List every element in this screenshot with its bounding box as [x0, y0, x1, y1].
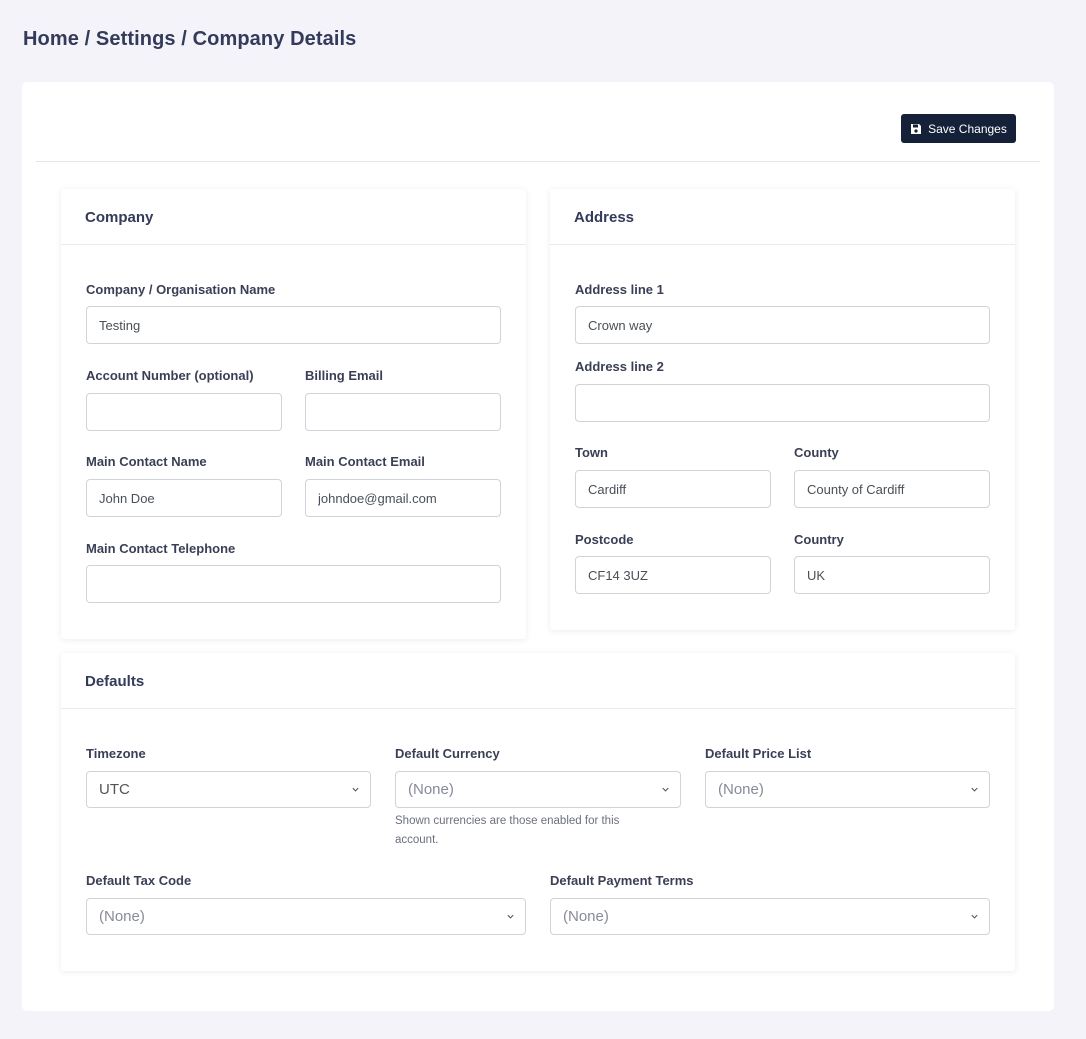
account-number-label: Account Number (optional) — [86, 368, 254, 383]
country-input[interactable] — [794, 556, 990, 594]
default-price-list-select[interactable]: (None) — [705, 771, 990, 808]
address-line1-input[interactable] — [575, 306, 990, 344]
default-price-list-value: (None) — [718, 781, 764, 798]
postcode-input[interactable] — [575, 556, 771, 594]
default-tax-code-select[interactable]: (None) — [86, 898, 526, 935]
default-payment-terms-label: Default Payment Terms — [550, 873, 694, 888]
town-input[interactable] — [575, 470, 771, 508]
default-currency-select[interactable]: (None) — [395, 771, 681, 808]
company-name-label: Company / Organisation Name — [86, 282, 276, 297]
default-currency-label: Default Currency — [395, 746, 500, 761]
default-payment-terms-value: (None) — [563, 908, 609, 925]
chevron-down-icon — [662, 787, 669, 792]
timezone-label: Timezone — [86, 746, 146, 761]
defaults-panel-title: Defaults — [61, 653, 1015, 709]
main-contact-telephone-input[interactable] — [86, 565, 501, 603]
default-currency-value: (None) — [408, 781, 454, 798]
breadcrumb: Home / Settings / Company Details — [23, 28, 357, 50]
address-panel: Address Address line 1 Address line 2 To… — [550, 189, 1015, 630]
timezone-select[interactable]: UTC — [86, 771, 371, 808]
town-label: Town — [575, 445, 608, 460]
main-contact-name-input[interactable] — [86, 479, 282, 517]
currency-help-text: Shown currencies are those enabled for t… — [395, 815, 620, 846]
main-contact-name-label: Main Contact Name — [86, 454, 207, 469]
county-input[interactable] — [794, 470, 990, 508]
header-divider — [36, 161, 1040, 162]
default-tax-code-label: Default Tax Code — [86, 873, 192, 888]
billing-email-input[interactable] — [305, 393, 501, 431]
address-line2-label: Address line 2 — [575, 359, 664, 374]
address-panel-title: Address — [550, 189, 1015, 245]
country-label: Country — [794, 532, 844, 547]
county-label: County — [794, 445, 839, 460]
postcode-label: Postcode — [575, 532, 634, 547]
floppy-disk-icon — [911, 123, 922, 134]
main-contact-email-label: Main Contact Email — [305, 454, 425, 469]
chevron-down-icon — [971, 914, 978, 919]
address-line1-label: Address line 1 — [575, 282, 664, 297]
default-tax-code-value: (None) — [99, 908, 145, 925]
save-changes-label: Save Changes — [928, 121, 1007, 136]
company-panel: Company Company / Organisation Name Acco… — [61, 189, 526, 639]
main-contact-email-input[interactable] — [305, 479, 501, 517]
chevron-down-icon — [352, 787, 359, 792]
address-line2-input[interactable] — [575, 384, 990, 422]
company-name-input[interactable] — [86, 306, 501, 344]
main-contact-telephone-label: Main Contact Telephone — [86, 541, 236, 556]
default-price-list-label: Default Price List — [705, 746, 812, 761]
account-number-input[interactable] — [86, 393, 282, 431]
chevron-down-icon — [507, 914, 514, 919]
save-changes-button[interactable]: Save Changes — [901, 114, 1016, 143]
defaults-panel: Defaults Timezone UTC Default Currency (… — [61, 653, 1015, 971]
default-payment-terms-select[interactable]: (None) — [550, 898, 990, 935]
billing-email-label: Billing Email — [305, 368, 384, 383]
chevron-down-icon — [971, 787, 978, 792]
company-panel-title: Company — [61, 189, 526, 245]
timezone-value: UTC — [99, 781, 130, 798]
